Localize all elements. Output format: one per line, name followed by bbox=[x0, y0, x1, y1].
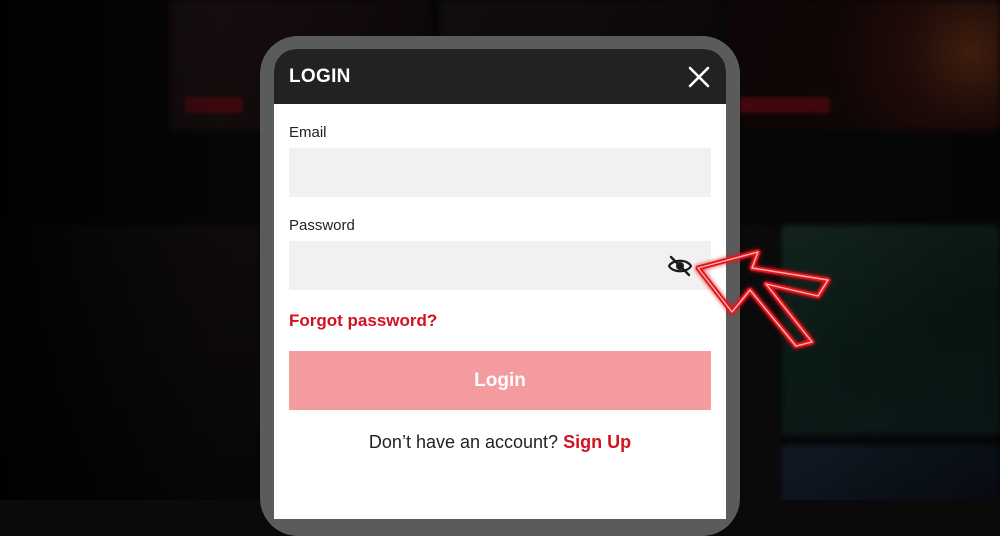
modal-header: LOGIN bbox=[274, 49, 726, 104]
email-label: Email bbox=[289, 124, 327, 141]
password-field[interactable] bbox=[289, 241, 711, 290]
signup-prompt: Don’t have an account? bbox=[368, 432, 559, 452]
password-label: Password bbox=[289, 217, 355, 234]
close-icon[interactable] bbox=[686, 64, 712, 90]
email-field[interactable] bbox=[289, 148, 711, 197]
pointer-arrow-icon bbox=[695, 249, 831, 349]
email-field-wrap bbox=[289, 148, 711, 197]
password-field-wrap bbox=[289, 241, 711, 290]
forgot-password-link[interactable]: Forgot password? bbox=[289, 311, 437, 331]
signup-link[interactable]: Sign Up bbox=[563, 432, 631, 452]
signup-row: Don’t have an account? Sign Up bbox=[289, 432, 711, 453]
modal-title: LOGIN bbox=[289, 65, 351, 87]
login-form: Email Password Forgot password? Login Do… bbox=[274, 124, 726, 453]
login-modal: LOGIN Email Password Forgot password? Lo… bbox=[274, 49, 726, 519]
login-button[interactable]: Login bbox=[289, 351, 711, 410]
